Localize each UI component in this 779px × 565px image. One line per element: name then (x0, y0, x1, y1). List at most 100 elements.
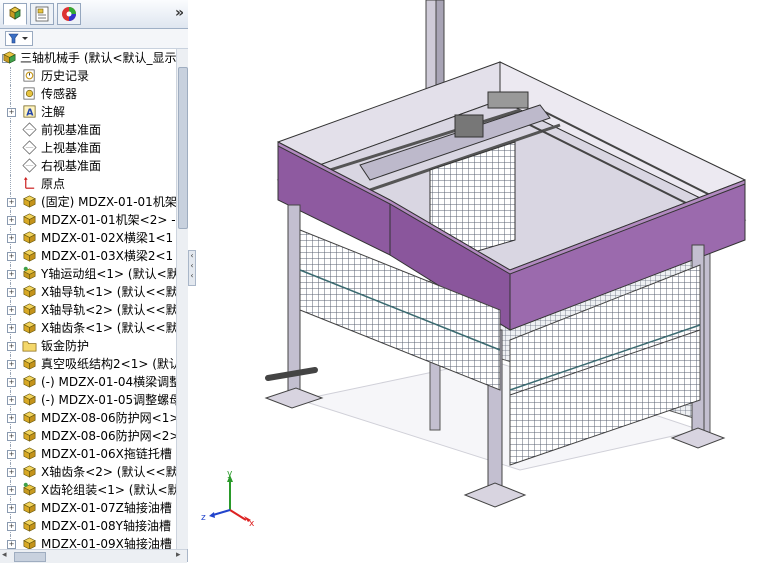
expand-icon[interactable]: + (7, 432, 16, 441)
tree-item[interactable]: + MDZX-01-02X横梁1<1 (0, 229, 176, 247)
tree-item[interactable]: + X轴导轨<1> (默认<<默 (0, 283, 176, 301)
plane-icon (22, 122, 37, 137)
expand-icon[interactable]: + (7, 360, 16, 369)
expand-icon[interactable]: + (7, 522, 16, 531)
expand-icon[interactable]: + (7, 450, 16, 459)
tree-item[interactable]: + (固定) MDZX-01-01机架 (0, 193, 176, 211)
expand-icon[interactable]: + (7, 540, 16, 549)
subassembly-icon (23, 266, 36, 280)
tree-item[interactable]: 原点 (0, 175, 176, 193)
tree-item[interactable]: + MDZX-01-07Z轴接油槽 (0, 499, 176, 517)
tree-item[interactable]: + MDZX-01-08Y轴接油槽 (0, 517, 176, 535)
expand-icon[interactable]: + (7, 216, 16, 225)
scrollbar-thumb[interactable] (178, 67, 188, 229)
tree-item[interactable]: + 真空吸纸结构2<1> (默认 (0, 355, 176, 373)
expand-icon[interactable]: + (7, 270, 16, 279)
panel-collapse-handle[interactable]: ‹ ‹ ‹ (188, 250, 196, 286)
feature-tree: -三轴机械手 (默认<默认_显示历史记录传感器 + A 注解前视基准面上视基准面右视基… (0, 49, 176, 549)
scrollbar-thumb[interactable] (14, 552, 46, 562)
expand-icon[interactable]: + (7, 198, 16, 207)
graphics-area[interactable] (196, 0, 779, 562)
tree-item[interactable]: + MDZX-08-06防护网<2> (0, 427, 176, 445)
plane-icon (22, 140, 37, 155)
expand-icon[interactable]: + (7, 486, 16, 495)
tree-item[interactable]: + 钣金防护 (0, 337, 176, 355)
tree-item[interactable]: + A 注解 (0, 103, 176, 121)
expand-icon[interactable]: + (7, 504, 16, 513)
tree-item[interactable]: + MDZX-01-09X轴接油槽 (0, 535, 176, 549)
tree-horizontal-scrollbar[interactable]: ◂ ▸ (0, 549, 187, 563)
feature-manager-tab[interactable] (3, 3, 27, 25)
tree-item[interactable]: -三轴机械手 (默认<默认_显示 (0, 49, 176, 67)
tree-item-label: 真空吸纸结构2<1> (默认 (41, 357, 176, 371)
property-manager-tab[interactable] (30, 3, 54, 25)
expand-icon[interactable]: + (7, 342, 16, 351)
scroll-right-icon[interactable]: ▸ (176, 550, 181, 560)
expand-icon[interactable]: + (7, 306, 16, 315)
svg-text:A: A (26, 107, 34, 118)
part-icon (23, 249, 36, 262)
panel-tab-bar: » (0, 0, 188, 29)
tree-item[interactable]: 历史记录 (0, 67, 176, 85)
tree-connector (10, 157, 11, 175)
side-handle (265, 367, 318, 381)
tree-item-label: 三轴机械手 (默认<默认_显示 (20, 51, 176, 65)
tree-item[interactable]: + Y轴运动组<1> (默认<默 (0, 265, 176, 283)
appearance-tab[interactable] (57, 3, 81, 25)
part-icon (23, 213, 36, 226)
tree-item-label: 注解 (41, 105, 66, 119)
expand-icon[interactable]: + (7, 108, 16, 117)
tree-vertical-scrollbar[interactable] (176, 49, 188, 549)
plane-icon (22, 158, 37, 173)
tree-item-label: MDZX-01-06X拖链托槽 (41, 447, 172, 461)
tree-item[interactable]: + MDZX-01-01机架<2> - (0, 211, 176, 229)
expand-icon[interactable]: + (7, 378, 16, 387)
tree-item[interactable]: + X轴齿条<2> (默认<<默 (0, 463, 176, 481)
part-icon (23, 195, 36, 208)
sensor-icon (23, 87, 35, 100)
tree-item[interactable]: + (-) MDZX-01-04横梁调整 (0, 373, 176, 391)
feature-manager-icon (9, 6, 21, 20)
expand-icon[interactable]: + (7, 414, 16, 423)
filter-bar (0, 29, 188, 49)
expand-icon[interactable]: + (7, 324, 16, 333)
machine-model[interactable] (196, 0, 779, 562)
tree-item-label: 右视基准面 (41, 159, 102, 173)
tree-item[interactable]: 前视基准面 (0, 121, 176, 139)
expand-icon[interactable]: + (7, 234, 16, 243)
tree-item[interactable]: 上视基准面 (0, 139, 176, 157)
tree-item-label: MDZX-08-06防护网<2> (41, 429, 176, 443)
tree-item[interactable]: + MDZX-08-06防护网<1> (0, 409, 176, 427)
tree-item-label: 原点 (41, 177, 66, 191)
tree-item[interactable]: + X轴齿条<1> (默认<<默 (0, 319, 176, 337)
tree-item[interactable]: 右视基准面 (0, 157, 176, 175)
expand-icon[interactable]: + (7, 396, 16, 405)
expand-icon[interactable]: + (7, 288, 16, 297)
part-icon (23, 447, 36, 460)
subassembly-icon (23, 482, 36, 496)
tree-item[interactable]: 传感器 (0, 85, 176, 103)
part-icon (23, 537, 36, 549)
scroll-left-icon[interactable]: ◂ (2, 550, 7, 560)
filter-button[interactable] (5, 31, 33, 46)
coordinate-triad: y x z (200, 469, 260, 530)
tree-item-label: MDZX-08-06防护网<1> (41, 411, 176, 425)
part-icon (23, 393, 36, 406)
expand-icon[interactable]: + (7, 468, 16, 477)
tree-item[interactable]: + MDZX-01-03X横梁2<1 (0, 247, 176, 265)
tree-item[interactable]: + (-) MDZX-01-05调整螺母 (0, 391, 176, 409)
tree-connector (10, 139, 11, 157)
more-tabs-button[interactable]: » (175, 5, 184, 21)
tree-item-label: X齿轮组装<1> (默认<默 (41, 483, 176, 497)
part-icon (23, 519, 36, 532)
tree-item[interactable]: + X轴导轨<2> (默认<<默 (0, 301, 176, 319)
expand-icon[interactable]: + (7, 252, 16, 261)
tree-item[interactable]: + X齿轮组装<1> (默认<默 (0, 481, 176, 499)
part-icon (23, 321, 36, 334)
x-axis-label: x (249, 519, 255, 529)
tree-item[interactable]: + MDZX-01-06X拖链托槽 (0, 445, 176, 463)
tree-item-label: (-) MDZX-01-04横梁调整 (41, 375, 176, 389)
filter-icon (8, 33, 28, 44)
part-icon (23, 375, 36, 388)
tree-item-label: MDZX-01-08Y轴接油槽 (41, 519, 171, 533)
